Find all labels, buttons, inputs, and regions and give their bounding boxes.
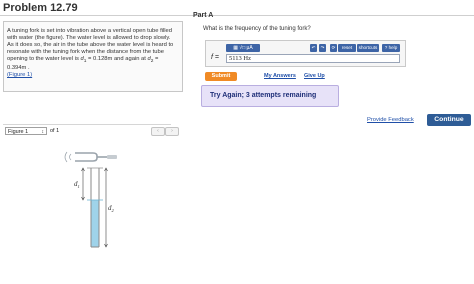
my-answers-link[interactable]: My Answers xyxy=(264,72,296,81)
figure-count: of 1 xyxy=(50,128,60,134)
tuning-fork-tube-figure: d1 d2 xyxy=(64,151,117,248)
feedback-message: Try Again; 3 attempts remaining xyxy=(210,92,317,99)
d2-dimension: d2 xyxy=(104,167,115,248)
answer-variable-label: f = xyxy=(211,54,219,61)
submit-button[interactable]: Submit xyxy=(205,72,237,81)
chevron-down-icon: ↕ xyxy=(41,129,45,135)
reset-button[interactable]: reset xyxy=(338,44,356,52)
problem-title: Problem 12.79 xyxy=(3,2,78,14)
figure-select-value: Figure 1 xyxy=(8,129,29,135)
undo-button[interactable]: ↶ xyxy=(310,44,317,52)
header-divider xyxy=(0,15,474,16)
provide-feedback-link[interactable]: Provide Feedback xyxy=(367,117,414,123)
answer-input[interactable]: 5113 Hz xyxy=(226,54,400,63)
shortcuts-button[interactable]: shortcuts xyxy=(357,44,379,52)
d2-label: d2 xyxy=(108,204,115,213)
question-text: What is the frequency of the tuning fork… xyxy=(203,26,311,32)
figure-link[interactable]: (Figure 1) xyxy=(7,72,32,78)
give-up-link[interactable]: Give Up xyxy=(304,72,325,81)
figure-select[interactable]: Figure 1 ↕ xyxy=(5,127,47,135)
water-column xyxy=(91,200,99,247)
resonance-tube xyxy=(87,167,103,248)
part-label: Part A xyxy=(193,12,214,19)
next-figure-button[interactable]: › xyxy=(165,127,179,136)
tuning-fork-icon xyxy=(64,151,117,163)
d1-label: d1 xyxy=(74,180,80,189)
continue-button[interactable]: Continue xyxy=(427,114,471,126)
previous-figure-button[interactable]: ‹ xyxy=(151,127,165,136)
redo-button[interactable]: ↷ xyxy=(319,44,326,52)
d1-dimension: d1 xyxy=(74,167,85,201)
problem-statement: A tuning fork is set into vibration abov… xyxy=(7,28,177,79)
help-button[interactable]: ? help xyxy=(382,44,400,52)
math-template-toolbar[interactable]: ▦ √□ μA xyxy=(226,44,260,52)
refresh-icon[interactable]: ⟳ xyxy=(330,44,337,52)
d1-value: = 0.128m and again at xyxy=(86,56,148,62)
